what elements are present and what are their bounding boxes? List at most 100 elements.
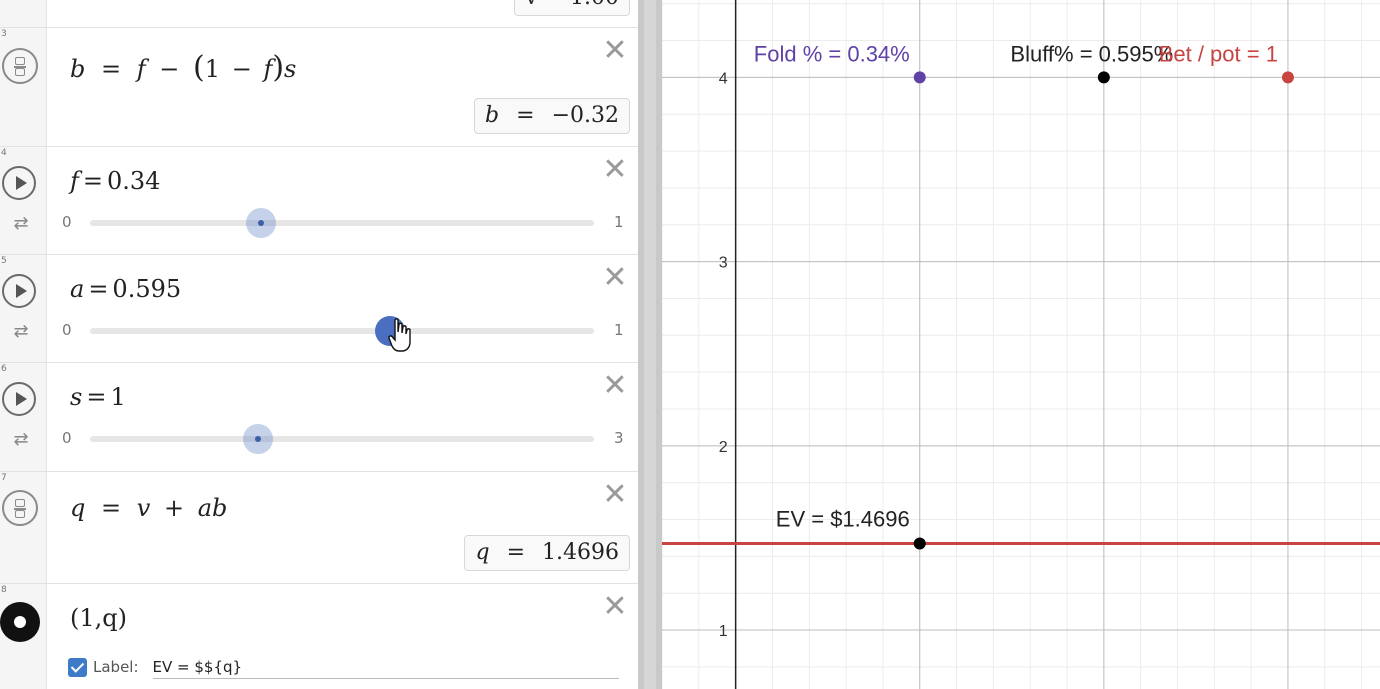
play-icon[interactable] xyxy=(2,166,36,200)
y-tick-label: 3 xyxy=(719,255,728,272)
point-style-icon[interactable] xyxy=(0,602,40,642)
result-eq: = xyxy=(506,540,526,565)
slider-formula-a[interactable]: a = 0.595 xyxy=(70,275,181,303)
expression-q[interactable]: 7 q = v + ab q = 1.4696 ✕ xyxy=(0,472,638,584)
formula-part: = xyxy=(101,494,122,522)
slider-formula-s[interactable]: s = 1 xyxy=(70,383,126,411)
slider-value: 1 xyxy=(110,383,126,411)
expression-gutter: 3 xyxy=(0,28,47,146)
slider-thumb[interactable] xyxy=(246,208,277,238)
formula-point[interactable]: (1,q) xyxy=(70,604,127,632)
expression-list: v = 1.00 3 b = f − (1 − f)s b = −0.32 ✕ … xyxy=(0,0,638,689)
slider-eq: = xyxy=(88,275,109,303)
expression-index: 3 xyxy=(1,29,7,39)
play-icon[interactable] xyxy=(2,382,36,416)
expression-index: 6 xyxy=(1,364,7,374)
delete-expression-button[interactable]: ✕ xyxy=(602,592,628,622)
expression-slider-a[interactable]: 5 ⇄ a = 0.595 0 1 ✕ xyxy=(0,255,638,363)
formula-part: ( xyxy=(193,50,205,85)
expression-index: 7 xyxy=(1,473,7,483)
expression-gutter: 4 ⇄ xyxy=(0,147,47,254)
loop-icon[interactable]: ⇄ xyxy=(10,321,32,342)
loop-icon[interactable]: ⇄ xyxy=(10,213,32,234)
slider-min[interactable]: 0 xyxy=(62,321,72,339)
expression-slider-f[interactable]: 4 ⇄ f = 0.34 0 1 ✕ xyxy=(0,147,638,255)
panel-splitter[interactable] xyxy=(638,0,662,689)
fraction-icon[interactable] xyxy=(2,490,38,526)
formula-part: − xyxy=(159,55,180,83)
graph-point xyxy=(1281,71,1294,84)
delete-expression-button[interactable]: ✕ xyxy=(602,263,628,293)
graph-point xyxy=(1097,71,1110,84)
expression-gutter: 7 xyxy=(0,472,47,583)
point-label: Bluff% = 0.595% xyxy=(1010,41,1173,66)
slider-value: 0.34 xyxy=(107,167,161,195)
expression-gutter: 6 ⇄ xyxy=(0,363,47,471)
y-tick-label: 2 xyxy=(719,439,728,456)
slider-track[interactable] xyxy=(90,328,594,334)
delete-expression-button[interactable]: ✕ xyxy=(602,36,628,66)
expression-b[interactable]: 3 b = f − (1 − f)s b = −0.32 ✕ xyxy=(0,28,638,147)
expression-index: 4 xyxy=(1,148,7,158)
delete-expression-button[interactable]: ✕ xyxy=(602,480,628,510)
slider-max[interactable]: 1 xyxy=(614,213,624,231)
formula-lhs: b xyxy=(70,55,86,83)
label-checkbox[interactable] xyxy=(68,658,87,677)
slider-max[interactable]: 1 xyxy=(614,321,624,339)
formula-part: f xyxy=(136,55,146,83)
point-label: EV = $1.4696 xyxy=(776,507,910,532)
delete-expression-button[interactable]: ✕ xyxy=(602,155,628,185)
slider-var: s xyxy=(70,383,83,411)
expression-gutter: 8 xyxy=(0,584,47,689)
result-v: v = 1.00 xyxy=(514,0,630,16)
graph-svg: 1 2 3 4 Fold % = 0.34% Bluff% = 0.595%Bet / p… xyxy=(662,0,1380,689)
loop-icon[interactable]: ⇄ xyxy=(10,429,32,450)
slider-formula-f[interactable]: f = 0.34 xyxy=(70,167,160,195)
slider-track[interactable] xyxy=(90,436,594,442)
expression-index: 8 xyxy=(1,585,7,595)
label-row: Label: EV = $${q} xyxy=(68,658,619,679)
slider-min[interactable]: 0 xyxy=(62,429,72,447)
result-eq: = xyxy=(516,103,535,128)
formula-part: s xyxy=(284,55,297,83)
formula-part: f xyxy=(263,55,273,83)
expression-index: 5 xyxy=(1,256,7,266)
expression-slider-s[interactable]: 6 ⇄ s = 1 0 3 ✕ xyxy=(0,363,638,472)
result-var: b xyxy=(485,103,500,128)
formula-part: 1 xyxy=(204,55,221,83)
formula-lhs: q xyxy=(70,494,86,522)
point-label: Fold % = 0.34% xyxy=(754,41,910,66)
play-icon[interactable] xyxy=(2,274,36,308)
slider-var: f xyxy=(70,167,79,195)
slider-value: 0.595 xyxy=(112,275,182,303)
slider-max[interactable]: 3 xyxy=(614,429,624,447)
expression-gutter xyxy=(0,0,47,27)
result-var: q xyxy=(475,540,490,565)
y-tick-label: 4 xyxy=(719,70,728,87)
expression-v[interactable]: v = 1.00 xyxy=(0,0,638,28)
graph-point xyxy=(913,71,926,84)
slider-eq: = xyxy=(86,383,107,411)
slider-var: a xyxy=(70,275,85,303)
formula-part: − xyxy=(231,55,252,83)
expression-point[interactable]: 8 (1,q) Label: EV = $${q} ✕ xyxy=(0,584,638,689)
result-value: 1.4696 xyxy=(542,540,619,565)
formula-part: v xyxy=(136,494,151,522)
y-tick-label: 1 xyxy=(719,623,728,640)
formula-b[interactable]: b = f − (1 − f)s xyxy=(70,50,296,85)
formula-part: ab xyxy=(197,494,228,522)
result-q: q = 1.4696 xyxy=(464,535,630,571)
formula-part: ) xyxy=(272,50,285,85)
slider-thumb[interactable] xyxy=(242,424,273,454)
graph-point xyxy=(913,537,926,550)
slider-min[interactable]: 0 xyxy=(62,213,72,231)
point-label: Bet / pot = 1 xyxy=(1159,41,1278,66)
slider-track[interactable] xyxy=(90,220,594,226)
formula-q[interactable]: q = v + ab xyxy=(70,494,227,522)
label-text-input[interactable]: EV = $${q} xyxy=(152,658,619,679)
graph-canvas[interactable]: 1 2 3 4 Fold % = 0.34% Bluff% = 0.595% Bet / p… xyxy=(662,0,1380,689)
delete-expression-button[interactable]: ✕ xyxy=(602,371,628,401)
slider-eq: = xyxy=(82,167,103,195)
fraction-icon[interactable] xyxy=(2,48,38,84)
hand-cursor-icon xyxy=(388,318,411,352)
